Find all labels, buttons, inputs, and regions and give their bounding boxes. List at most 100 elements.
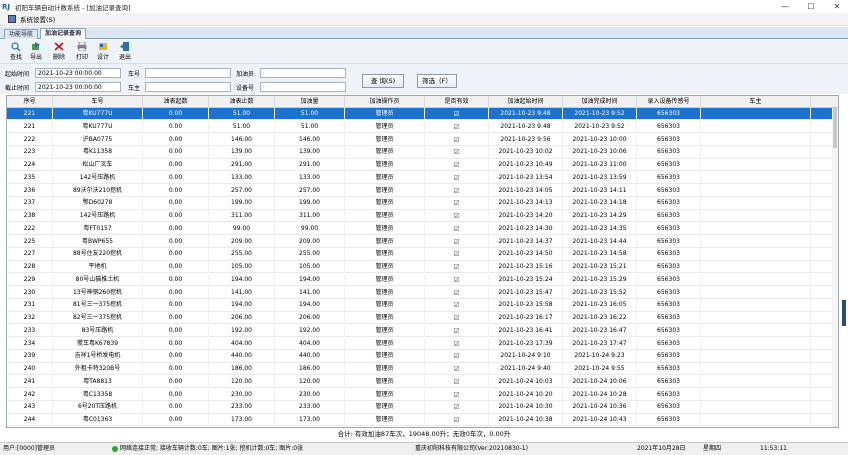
valid-checkbox[interactable]: ☑	[425, 261, 489, 273]
valid-checkbox[interactable]: ☑	[425, 337, 489, 350]
table-row[interactable]: 238 142号压路机 0.00 311.00 311.00 管理员 ☑ 2021-10-23…	[7, 210, 834, 223]
table-row[interactable]: 222 粤FT0157 0.00 99.00 99.00 管理员 ☑ 2021-10-23 1…	[7, 222, 834, 236]
table-row[interactable]: 236 89沃尔沃210挖机 0.00 257.00 257.00 管理员 ☑ 2021-10…	[7, 184, 834, 197]
column-header-device[interactable]: 录入设备传感号	[637, 96, 701, 108]
cell-device: 656303	[637, 312, 701, 324]
column-header-end-time[interactable]: 加油完成时间	[563, 96, 637, 108]
table-row[interactable]: 221 粤KU777U 0.00 51.00 51.00 管理员 ☑ 2021-10-23 9…	[7, 108, 834, 121]
table-row[interactable]: 241 粤TA8813 0.00 120.00 120.00 管理员 ☑ 2021-10-24…	[7, 375, 834, 389]
valid-checkbox[interactable]: ☑	[425, 159, 489, 171]
cell-fuel-amount: 440.00	[275, 350, 345, 363]
table-row[interactable]: 229 80号山猫推土机 0.00 194.00 194.00 管理员 ☑ 2021-10-2…	[7, 273, 834, 287]
device-input[interactable]	[260, 82, 346, 92]
valid-checkbox[interactable]: ☑	[425, 120, 489, 133]
column-header-operator[interactable]: 加油操作员	[345, 96, 425, 108]
cell-owner	[701, 363, 811, 375]
table-row[interactable]: 234 搅车粤K67839 0.00 404.00 404.00 管理员 ☑ 2021-10-…	[7, 337, 834, 350]
cell-start-time: 2021-10-23 17:39	[489, 337, 563, 350]
table-row[interactable]: 227 88号住友220挖机 0.00 255.00 255.00 管理员 ☑ 2021-10…	[7, 248, 834, 261]
table-row[interactable]: 235 142号压路机 0.00 133.00 133.00 管理员 ☑ 2021-10-23…	[7, 171, 834, 185]
cell-end-time: 2021-10-23 14:18	[563, 197, 637, 210]
exit-button[interactable]: 退出	[115, 42, 135, 62]
column-header-plate[interactable]: 车号	[53, 96, 143, 108]
table-row[interactable]: 240 外租卡特320B号 0.00 186.00 186.00 管理员 ☑ 2021-10-…	[7, 363, 834, 376]
table-row[interactable]: 223 粤K11358 0.00 139.00 139.00 管理员 ☑ 2021-10-23…	[7, 146, 834, 159]
cell-index: 234	[7, 337, 53, 350]
table-row[interactable]: 244 粤C01363 0.00 173.00 173.00 管理员 ☑ 2021-10-24…	[7, 414, 834, 427]
cell-operator: 管理员	[345, 222, 425, 235]
cell-plate: 89沃尔沃210挖机	[53, 184, 143, 197]
tab-navigation[interactable]: 功能导航	[4, 29, 39, 39]
query-button[interactable]: 查 询(S)	[362, 74, 404, 88]
maximize-button[interactable]: ☐	[806, 2, 816, 11]
table-row[interactable]: 233 83号压路机 0.00 192.00 192.00 管理员 ☑ 2021-10-23 …	[7, 324, 834, 338]
table-row[interactable]: 243 6号20T压路机 0.00 233.00 233.00 管理员 ☑ 2021-10-2…	[7, 401, 834, 414]
print-button[interactable]: 打印	[72, 42, 92, 62]
column-header-valid[interactable]: 是否有效	[425, 96, 489, 108]
table-row[interactable]: 224 松山厂叉车 0.00 291.00 291.00 管理员 ☑ 2021-10-23 1…	[7, 159, 834, 172]
cell-start-time: 2021-10-24 10:03	[489, 375, 563, 388]
search-button[interactable]: 查找	[6, 42, 26, 62]
table-row[interactable]: 231 81号三一375挖机 0.00 194.00 194.00 管理员 ☑ 2021-10…	[7, 299, 834, 312]
table-row[interactable]: 230 13号神钢260挖机 0.00 141.00 141.00 管理员 ☑ 2021-10…	[7, 286, 834, 299]
column-header-meter-end[interactable]: 油表止数	[209, 96, 275, 108]
owner-select[interactable]	[145, 82, 231, 92]
table-row[interactable]: 237 鄂D60278 0.00 199.00 199.00 管理员 ☑ 2021-10-23…	[7, 197, 834, 210]
column-header-fuel-amount[interactable]: 加油量	[275, 96, 345, 108]
valid-checkbox[interactable]: ☑	[425, 414, 489, 426]
valid-checkbox[interactable]: ☑	[425, 375, 489, 388]
column-header-index[interactable]: 序号	[7, 96, 53, 108]
table-row[interactable]: 239 吉祥1号桥发电机 0.00 440.00 440.00 管理员 ☑ 2021-10-2…	[7, 350, 834, 363]
valid-checkbox[interactable]: ☑	[425, 350, 489, 363]
status-user: 用户:[0000]管理员	[3, 445, 55, 452]
table-row[interactable]: 222 沪BA0775 0.00 146.00 146.00 管理员 ☑ 2021-10-23…	[7, 133, 834, 146]
valid-checkbox[interactable]: ☑	[425, 197, 489, 210]
vertical-scrollbar[interactable]	[832, 108, 838, 427]
close-button[interactable]: ✕	[832, 2, 842, 11]
valid-checkbox[interactable]: ☑	[425, 312, 489, 324]
scrollbar-thumb[interactable]	[833, 108, 837, 148]
column-header-owner[interactable]: 车主	[701, 96, 811, 108]
valid-checkbox[interactable]: ☑	[425, 363, 489, 375]
valid-checkbox[interactable]: ☑	[425, 171, 489, 184]
valid-checkbox[interactable]: ☑	[425, 184, 489, 197]
valid-checkbox[interactable]: ☑	[425, 222, 489, 235]
cell-fuel-amount: 194.00	[275, 299, 345, 312]
table-row[interactable]: 232 82号三一375挖机 0.00 206.00 206.00 管理员 ☑ 2021-10…	[7, 312, 834, 325]
valid-checkbox[interactable]: ☑	[425, 248, 489, 261]
valid-checkbox[interactable]: ☑	[425, 299, 489, 312]
column-header-start-time[interactable]: 加油起始时间	[489, 96, 563, 108]
end-time-field[interactable]: 2021-10-23 00:00:00	[35, 82, 121, 92]
table-row[interactable]: 221 粤KU777U 0.00 51.00 51.00 管理员 ☑ 2021-10-23 9…	[7, 120, 834, 134]
window-title: 初阳车辆自动计数系统 - [加油记录查询]	[15, 3, 131, 12]
valid-checkbox[interactable]: ☑	[425, 210, 489, 222]
filter-button[interactable]: 筛选（F）	[417, 74, 457, 88]
cell-meter-end: 133.00	[209, 171, 275, 184]
valid-checkbox[interactable]: ☑	[425, 235, 489, 248]
table-row[interactable]: 228 平地机 0.00 105.00 105.00 管理员 ☑ 2021-10-23 15:…	[7, 261, 834, 274]
column-header-meter-start[interactable]: 油表起数	[143, 96, 209, 108]
delete-button[interactable]: 删除	[49, 42, 69, 62]
menu-system-settings[interactable]: 系统设置(S)	[20, 14, 55, 24]
start-time-field[interactable]: 2021-10-23 00:00:00	[35, 68, 121, 78]
valid-checkbox[interactable]: ☑	[425, 133, 489, 146]
valid-checkbox[interactable]: ☑	[425, 401, 489, 414]
export-button[interactable]: 导出	[26, 42, 46, 62]
minimize-button[interactable]: —	[780, 2, 790, 11]
cell-end-time: 2021-10-23 10:00	[563, 133, 637, 146]
valid-checkbox[interactable]: ☑	[425, 273, 489, 286]
valid-checkbox[interactable]: ☑	[425, 324, 489, 337]
table-row[interactable]: 242 粤C13358 0.00 230.00 230.00 管理员 ☑ 2021-10-24…	[7, 388, 834, 401]
valid-checkbox[interactable]: ☑	[425, 108, 489, 120]
cell-start-time: 2021-10-23 14:50	[489, 248, 563, 261]
plate-input[interactable]	[145, 68, 231, 78]
valid-checkbox[interactable]: ☑	[425, 388, 489, 401]
valid-checkbox[interactable]: ☑	[425, 286, 489, 299]
fueler-input[interactable]	[260, 68, 346, 78]
valid-checkbox[interactable]: ☑	[425, 146, 489, 159]
design-button[interactable]: 设计	[93, 42, 113, 62]
table-row[interactable]: 225 粤BWP655 0.00 209.00 209.00 管理员 ☑ 2021-10-23…	[7, 235, 834, 248]
cell-meter-start: 0.00	[143, 159, 209, 171]
tab-fuel-records[interactable]: 加油记录查询	[40, 28, 87, 39]
cell-operator: 管理员	[345, 401, 425, 414]
